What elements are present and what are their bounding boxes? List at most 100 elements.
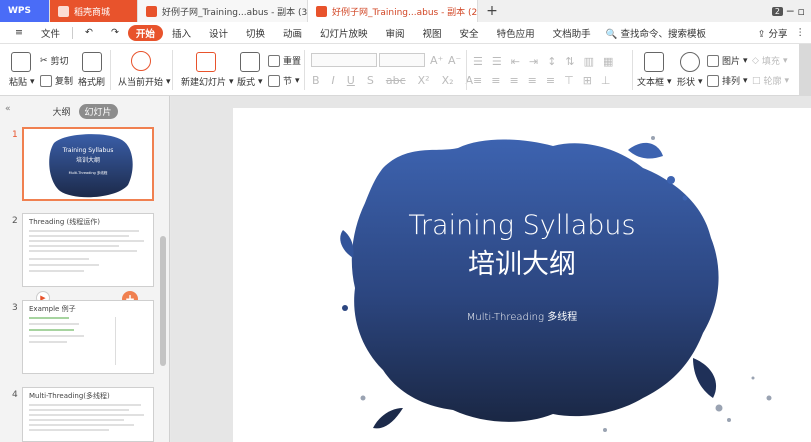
indent-increase-icon[interactable]: ⇥ xyxy=(529,55,538,68)
thumb-subtitle: 培训大纲 xyxy=(75,157,100,164)
layout-icon[interactable] xyxy=(240,52,260,72)
more-icon[interactable]: ⋮ xyxy=(796,27,806,38)
bold-icon[interactable]: B xyxy=(312,74,320,87)
text-line xyxy=(29,258,89,260)
slide-thumbnail-4[interactable]: Multi-Threading(多线程) xyxy=(22,387,154,442)
menu-doc-assistant[interactable]: 文档助手 xyxy=(544,26,600,40)
textbox-button[interactable]: 文本框 ▾ xyxy=(637,75,672,89)
menu-review[interactable]: 审阅 xyxy=(377,26,414,40)
subscript-icon[interactable]: X₂ xyxy=(442,74,454,87)
menu-file[interactable]: 文件 xyxy=(32,26,69,40)
distribute-icon[interactable]: ≡ xyxy=(546,74,555,87)
ribbon-overflow[interactable] xyxy=(799,44,811,96)
redo-icon[interactable]: ↷ xyxy=(102,27,128,38)
layout-button[interactable]: 版式 ▾ xyxy=(237,75,263,89)
document-tab-3[interactable]: 好例子网_Training...abus - 副本 (3) xyxy=(138,0,308,22)
slide-title-chinese[interactable]: 培训大纲 xyxy=(233,242,811,281)
new-slide-icon[interactable] xyxy=(196,52,216,72)
line-spacing-icon[interactable]: ↕ xyxy=(547,55,556,68)
slide-thumbnail-3[interactable]: Example 例子 xyxy=(22,300,154,374)
menu-start[interactable]: 开始 xyxy=(127,24,163,41)
tab-slides[interactable]: 幻灯片 xyxy=(78,103,118,119)
decrease-font-icon[interactable]: A⁻ xyxy=(448,54,461,67)
menu-insert[interactable]: 插入 xyxy=(163,26,200,40)
smartart-icon[interactable]: ▦ xyxy=(603,55,613,68)
indent-decrease-icon[interactable]: ⇤ xyxy=(511,55,520,68)
maximize-icon[interactable]: ▫ xyxy=(798,5,805,18)
strikethrough-icon[interactable]: abc xyxy=(386,74,406,87)
new-slide-button[interactable]: 新建幻灯片 ▾ xyxy=(181,75,234,89)
text-line xyxy=(29,240,144,242)
text-direction-icon[interactable]: ⇅ xyxy=(565,55,574,68)
copy-button[interactable]: 复制 xyxy=(40,74,73,87)
shadow-icon[interactable]: S xyxy=(367,74,374,87)
paste-button[interactable]: 粘贴 ▾ xyxy=(9,75,35,89)
slide-subtitle[interactable]: Multi-Threading 多线程 xyxy=(233,308,811,323)
textbox-icon[interactable] xyxy=(644,52,664,72)
menu-transition[interactable]: 切换 xyxy=(237,26,274,40)
shape-icon[interactable] xyxy=(680,52,700,72)
picture-button[interactable]: 图片 ▾ xyxy=(707,54,748,67)
section-button[interactable]: 节 ▾ xyxy=(268,74,300,87)
menu-view[interactable]: 视图 xyxy=(414,26,451,40)
format-painter-button[interactable]: 格式刷 xyxy=(78,75,105,88)
text-line xyxy=(29,429,109,431)
store-tab[interactable]: 稻壳商城 xyxy=(50,0,138,22)
align-middle-icon[interactable]: ⊞ xyxy=(583,74,592,87)
play-icon[interactable] xyxy=(131,51,151,71)
new-tab-button[interactable]: + xyxy=(478,0,506,22)
menu-security[interactable]: 安全 xyxy=(451,26,488,40)
panel-tabs: « 大纲 幻灯片 xyxy=(0,102,170,120)
current-slide[interactable]: Training Syllabus 培训大纲 Multi-Threading 多… xyxy=(233,108,811,442)
font-size-select[interactable] xyxy=(379,53,425,67)
copy-label: 复制 xyxy=(55,77,74,87)
tab-outline[interactable]: 大纲 xyxy=(52,105,70,118)
share-button[interactable]: ⇪ 分享 xyxy=(758,26,788,40)
menu-slideshow[interactable]: 幻灯片放映 xyxy=(311,26,377,40)
paste-icon[interactable] xyxy=(11,52,31,72)
collapse-panel-icon[interactable]: « xyxy=(5,104,11,114)
wps-home-tab[interactable]: WPS xyxy=(0,0,50,22)
command-search[interactable]: 🔍 查找命令、搜索模板 xyxy=(606,26,706,40)
align-top-icon[interactable]: ⊤ xyxy=(564,74,574,87)
panel-scrollbar[interactable] xyxy=(160,236,166,366)
menu-special-apps[interactable]: 特色应用 xyxy=(488,26,544,40)
align-center-icon[interactable]: ≡ xyxy=(491,74,500,87)
undo-icon[interactable]: ↶ xyxy=(76,27,102,38)
align-right-icon[interactable]: ≡ xyxy=(509,74,518,87)
bullet-list-icon[interactable]: ☰ xyxy=(473,55,483,68)
reset-icon xyxy=(268,54,280,67)
italic-icon[interactable]: I xyxy=(332,74,335,87)
font-name-select[interactable] xyxy=(311,53,377,67)
menu-animation[interactable]: 动画 xyxy=(274,26,311,40)
text-line xyxy=(29,245,119,247)
justify-icon[interactable]: ≡ xyxy=(528,74,537,87)
menu-icon[interactable]: ≡ xyxy=(6,27,32,38)
minimize-icon[interactable]: ─ xyxy=(787,5,794,18)
format-painter-icon[interactable] xyxy=(82,52,102,72)
reset-button[interactable]: 重置 xyxy=(268,54,301,67)
cut-button[interactable]: ✂ 剪切 xyxy=(40,54,69,68)
from-current-button[interactable]: 从当前开始 ▾ xyxy=(118,75,171,89)
document-tab-2[interactable]: 好例子网_Training...abus - 副本 (2) ✕ xyxy=(308,0,478,22)
shape-button[interactable]: 形状 ▾ xyxy=(677,75,703,89)
text-line xyxy=(29,419,124,421)
underline-icon[interactable]: U xyxy=(347,74,355,87)
slide-title-english[interactable]: Training Syllabus xyxy=(233,210,811,241)
superscript-icon[interactable]: X² xyxy=(418,74,430,87)
arrange-button[interactable]: 排列 ▾ xyxy=(707,74,748,87)
menu-right: ⇪ 分享 ⋮ xyxy=(758,26,811,40)
increase-font-icon[interactable]: A⁺ xyxy=(430,54,443,67)
text-line xyxy=(29,235,129,237)
numbered-list-icon[interactable]: ☰ xyxy=(492,55,502,68)
menu-design[interactable]: 设计 xyxy=(200,26,237,40)
slide-thumbnail-1[interactable]: Training Syllabus 培训大纲 Multi-Threading 多… xyxy=(22,127,154,201)
align-left-icon[interactable]: ≡ xyxy=(473,74,482,87)
align-bottom-icon[interactable]: ⊥ xyxy=(601,74,611,87)
outline-button[interactable]: □ 轮廓 ▾ xyxy=(752,74,789,88)
columns-icon[interactable]: ▥ xyxy=(584,55,594,68)
fill-button[interactable]: ◇ 填充 ▾ xyxy=(752,54,787,68)
slide-thumbnail-2[interactable]: Threading (线程运作) xyxy=(22,213,154,287)
ppt-file-icon xyxy=(316,5,327,17)
divider xyxy=(110,50,111,90)
